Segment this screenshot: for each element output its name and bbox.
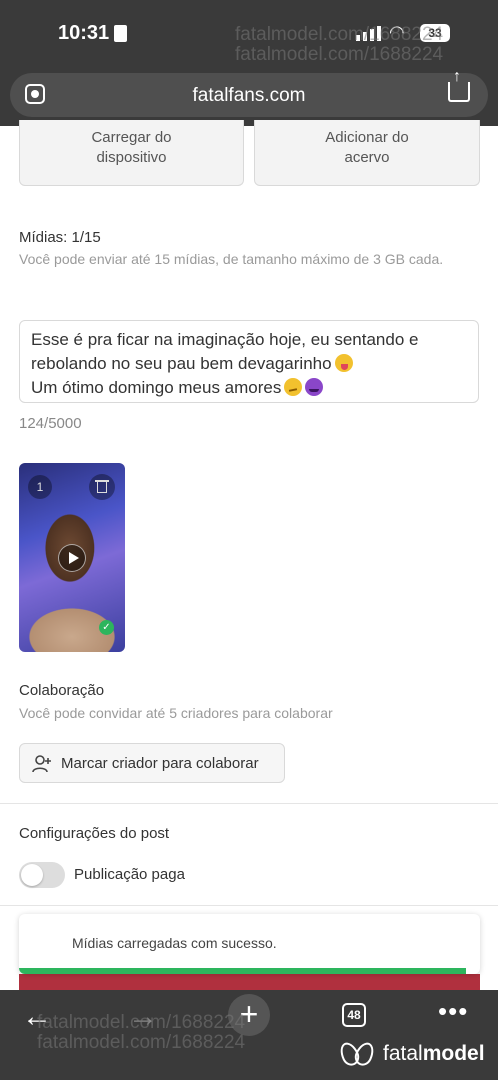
browser-bottom-bar: ← → + 48 ••• fatalmodel	[0, 990, 498, 1080]
add-person-icon	[32, 755, 51, 773]
media-index-badge: 1	[28, 475, 52, 499]
add-from-library-label: Adicionar do acervo	[325, 129, 409, 166]
media-count-title: Mídias: 1/15	[19, 229, 101, 246]
wifi-icon: ◠	[389, 22, 405, 42]
tag-collaborator-label: Marcar criador para colaborar	[61, 755, 259, 772]
address-bar[interactable]: fatalfans.com	[10, 68, 488, 117]
tabs-count-button[interactable]: 48	[342, 1003, 366, 1027]
section-divider	[0, 905, 498, 906]
share-icon[interactable]	[448, 68, 470, 102]
url-text[interactable]: fatalfans.com	[10, 85, 488, 107]
tag-collaborator-button[interactable]: Marcar criador para colaborar	[19, 743, 285, 783]
submit-button-partial[interactable]	[19, 974, 480, 990]
devil-emoji-icon	[305, 378, 324, 396]
trash-icon[interactable]	[89, 474, 115, 500]
post-settings-title: Configurações do post	[19, 825, 170, 842]
media-thumbnail[interactable]: 1 ✓	[19, 463, 125, 652]
caption-line-1: Esse é pra ficar na imaginação hoje, eu …	[31, 330, 419, 349]
caption-counter: 124/5000	[19, 415, 82, 432]
caption-textarea[interactable]: Esse é pra ficar na imaginação hoje, eu …	[19, 320, 479, 403]
media-hint: Você pode enviar até 15 mídias, de taman…	[19, 251, 444, 267]
paid-post-toggle[interactable]	[19, 862, 65, 888]
paid-post-label: Publicação paga	[74, 866, 185, 883]
collaboration-hint: Você pode convidar até 5 criadores para …	[19, 705, 333, 721]
caption-line-3: Um ótimo domingo meus amores	[31, 378, 282, 397]
collaboration-title: Colaboração	[19, 682, 105, 699]
toast-progress-bar	[19, 968, 467, 974]
signal-icon	[356, 26, 381, 41]
success-toast: Mídias carregadas com sucesso.	[19, 914, 480, 974]
battery-icon: 33	[420, 24, 450, 42]
sim-icon	[114, 25, 127, 42]
status-bar: 10:31 ◠ 33	[0, 0, 498, 70]
smirk-emoji-icon	[284, 378, 303, 396]
caption-line-2: rebolando no seu pau bem devagarinho	[31, 354, 332, 373]
check-icon: ✓	[99, 620, 114, 635]
toast-message: Mídias carregadas com sucesso.	[72, 935, 277, 951]
plus-icon[interactable]: +	[228, 994, 270, 1036]
upload-device-label: Carregar do dispositivo	[91, 129, 172, 166]
arrow-left-icon[interactable]: ←	[22, 1000, 52, 1034]
butterfly-logo-icon	[339, 1040, 377, 1068]
arrow-right-icon[interactable]: →	[128, 1000, 158, 1034]
brand-name: fatalmodel	[383, 1042, 485, 1065]
upload-device-button[interactable]: Carregar do dispositivo	[19, 120, 244, 186]
add-from-library-button[interactable]: Adicionar do acervo	[254, 120, 480, 186]
more-icon[interactable]: •••	[438, 996, 468, 1027]
section-divider	[0, 803, 498, 804]
browser-toolbar: fatalfans.com	[0, 68, 498, 126]
tongue-emoji-icon	[334, 354, 353, 372]
toggle-knob	[21, 864, 43, 886]
play-icon[interactable]	[58, 544, 86, 572]
fatalmodel-logo: fatalmodel	[339, 1040, 485, 1068]
clock: 10:31	[58, 22, 110, 44]
